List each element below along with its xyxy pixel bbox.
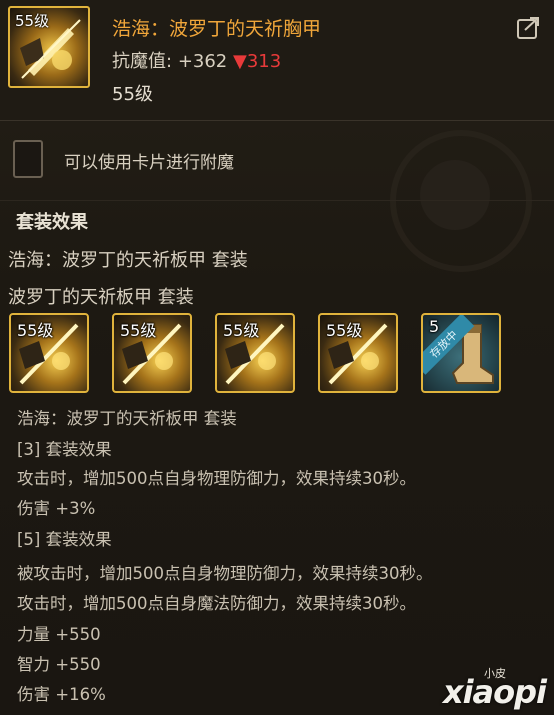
background-emblem-inner xyxy=(420,160,490,230)
set-slot-5[interactable]: 5 存放中 xyxy=(421,313,501,393)
slot-level: 55级 xyxy=(326,321,363,340)
detail-set3-effect: 攻击时，增加500点自身物理防御力，效果持续30秒。 xyxy=(17,469,416,488)
watermark-logo: 小皮 xiaopi xyxy=(416,665,547,711)
set-name-primary: 浩海：波罗丁的天祈板甲 套装 xyxy=(8,250,248,271)
detail-damage: 伤害 +16% xyxy=(17,685,106,704)
set-slot-2[interactable]: 55级 xyxy=(112,313,192,393)
detail-set3-title: [3] 套装效果 xyxy=(17,440,112,459)
set-slot-3[interactable]: 55级 xyxy=(215,313,295,393)
set-name-secondary: 波罗丁的天祈板甲 套装 xyxy=(8,287,194,308)
detail-set-name: 浩海：波罗丁的天祈板甲 套装 xyxy=(17,409,237,428)
item-header: 55级 浩海：波罗丁的天祈胸甲 抗魔值: +362 ▼313 55级 xyxy=(0,0,554,121)
item-level: 55级 xyxy=(112,84,153,105)
section-divider xyxy=(0,200,554,201)
item-tooltip: 55级 浩海：波罗丁的天祈胸甲 抗魔值: +362 ▼313 55级 可以使用卡… xyxy=(0,0,554,715)
share-icon xyxy=(517,17,539,39)
item-icon[interactable]: 55级 xyxy=(8,6,90,88)
detail-set3-damage: 伤害 +3% xyxy=(17,499,96,518)
slot-level: 55级 xyxy=(17,321,54,340)
stat-value: +362 xyxy=(177,51,228,72)
item-name: 浩海：波罗丁的天祈胸甲 xyxy=(112,18,322,40)
enchant-label: 可以使用卡片进行附魔 xyxy=(64,153,234,173)
set-section-title: 套装效果 xyxy=(16,212,88,233)
slot-level: 55级 xyxy=(120,321,157,340)
detail-set5-title: [5] 套装效果 xyxy=(17,530,112,549)
enchant-checkbox[interactable] xyxy=(13,140,43,178)
watermark-big: xiaopi xyxy=(442,673,547,711)
set-slot-4[interactable]: 55级 xyxy=(318,313,398,393)
detail-set5-effect2: 攻击时，增加500点自身魔法防御力，效果持续30秒。 xyxy=(17,594,416,613)
slot-level: 55级 xyxy=(223,321,260,340)
detail-intelligence: 智力 +550 xyxy=(17,655,101,674)
item-icon-level: 55级 xyxy=(15,12,50,30)
detail-strength: 力量 +550 xyxy=(17,625,101,644)
stat-compare: ▼313 xyxy=(233,51,282,72)
detail-set5-effect1: 被攻击时，增加500点自身物理防御力，效果持续30秒。 xyxy=(17,564,433,583)
slot-level: 5 xyxy=(429,317,440,336)
set-slot-1[interactable]: 55级 xyxy=(9,313,89,393)
stat-line: 抗魔值: +362 ▼313 xyxy=(112,47,281,73)
share-button[interactable] xyxy=(516,14,542,40)
stat-label: 抗魔值: xyxy=(112,51,173,72)
